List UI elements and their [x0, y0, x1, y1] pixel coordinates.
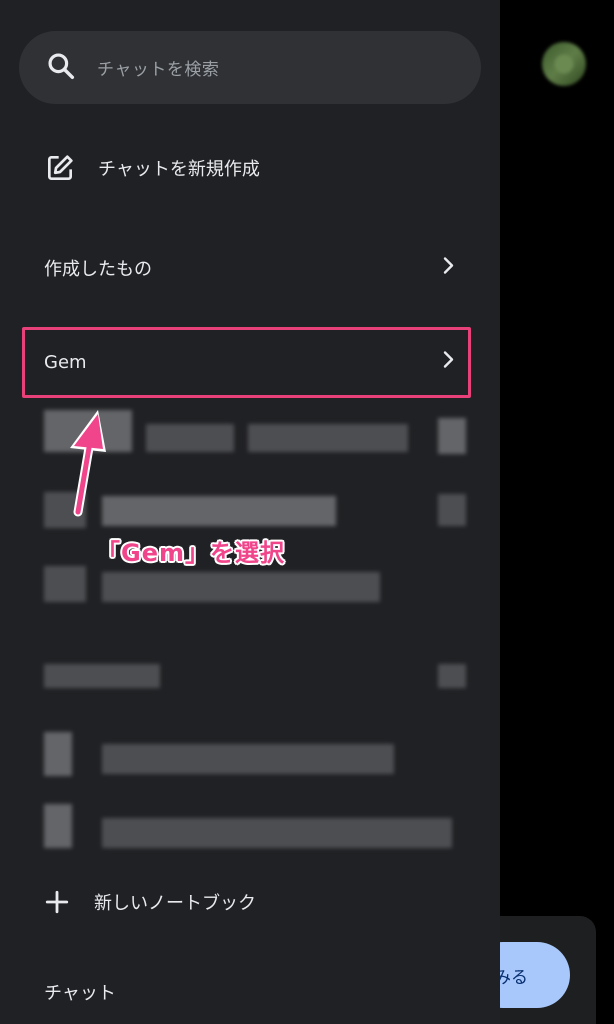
- annotation-arrow-icon: [70, 410, 106, 517]
- search-bar[interactable]: チャットを検索: [19, 31, 481, 104]
- new-chat-button[interactable]: チャットを新規作成: [0, 140, 500, 196]
- main-content-area: [500, 0, 614, 1024]
- plus-icon: [44, 889, 70, 915]
- created-items-label: 作成したもの: [44, 259, 152, 280]
- chevron-right-icon: [442, 256, 456, 281]
- search-icon: [45, 50, 77, 86]
- gem-highlight-box: [22, 327, 471, 398]
- annotation-label: 「Gem」を選択: [96, 539, 285, 567]
- search-input[interactable]: チャットを検索: [97, 55, 219, 80]
- created-items-row[interactable]: 作成したもの: [0, 240, 500, 296]
- chat-section-header: チャット: [0, 964, 500, 1020]
- chat-section-label: チャット: [44, 983, 116, 1004]
- edit-icon: [44, 152, 76, 184]
- new-chat-label: チャットを新規作成: [98, 159, 260, 180]
- new-notebook-label: 新しいノートブック: [94, 893, 256, 914]
- new-notebook-button[interactable]: 新しいノートブック: [0, 874, 500, 930]
- user-avatar[interactable]: [542, 42, 586, 86]
